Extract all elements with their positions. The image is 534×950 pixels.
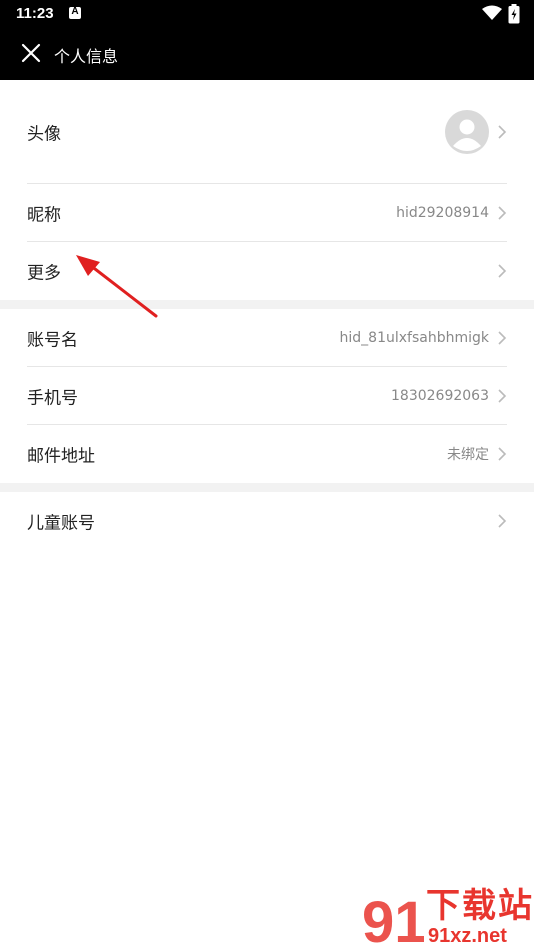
row-label: 邮件地址: [27, 446, 95, 467]
row-nickname[interactable]: 昵称 hid29208914: [27, 184, 507, 242]
section-account: 账号名 hid_81ulxfsahbhmigk 手机号 18302692063 …: [0, 309, 534, 483]
section-divider: [0, 483, 534, 492]
wifi-icon: [482, 5, 502, 20]
chevron-right-icon: [498, 514, 507, 528]
notification-icon: A: [69, 6, 81, 19]
annotation-arrow-icon: [76, 255, 158, 318]
row-label: 儿童账号: [27, 513, 95, 534]
chevron-right-icon: [498, 124, 507, 139]
chevron-right-icon: [498, 447, 507, 461]
page-title: 个人信息: [54, 47, 119, 66]
row-value: hid_81ulxfsahbhmigk: [339, 329, 489, 346]
chevron-right-icon: [498, 330, 507, 345]
chevron-right-icon: [498, 264, 507, 278]
row-label: 更多: [27, 263, 61, 284]
row-label: 昵称: [27, 205, 61, 225]
row-value: 18302692063: [391, 387, 489, 404]
status-bar: 11:23 A: [0, 0, 534, 28]
section-child: 儿童账号: [0, 492, 534, 550]
row-avatar[interactable]: 头像: [27, 80, 507, 184]
watermark-title: 下载站: [426, 886, 534, 926]
row-child-account[interactable]: 儿童账号: [27, 492, 507, 550]
row-email[interactable]: 邮件地址 未绑定: [27, 425, 507, 483]
chevron-right-icon: [498, 205, 507, 220]
row-value: hid29208914: [396, 204, 489, 221]
row-label: 头像: [27, 124, 61, 144]
avatar: [445, 109, 489, 154]
svg-text:91: 91: [362, 890, 424, 948]
row-phone[interactable]: 手机号 18302692063: [27, 367, 507, 425]
status-time: 11:23: [16, 5, 54, 22]
watermark-logo: 91: [362, 890, 424, 948]
chevron-right-icon: [498, 388, 507, 403]
close-icon[interactable]: [18, 40, 44, 66]
watermark: 91 下载站 91xz.net: [362, 888, 534, 950]
watermark-site: 91xz.net: [428, 925, 507, 947]
row-label: 手机号: [27, 388, 78, 408]
battery-icon: [508, 4, 520, 24]
row-label: 账号名: [27, 330, 78, 350]
row-value: 未绑定: [447, 447, 489, 463]
title-bar: 个人信息: [0, 28, 534, 80]
